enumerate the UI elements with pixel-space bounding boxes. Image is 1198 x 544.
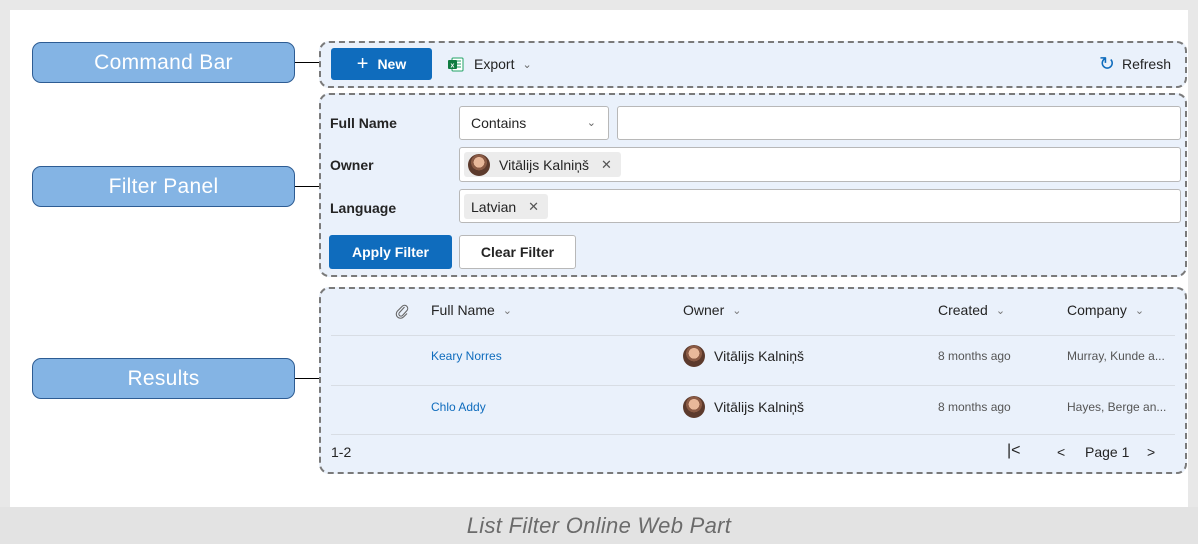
refresh-button[interactable]: ↻ Refresh [1099, 48, 1171, 80]
excel-icon: x [448, 57, 464, 71]
language-tag: Latvian ✕ [464, 194, 549, 219]
column-header-label: Full Name [431, 302, 495, 318]
owner-tag: Vitālijs Kalniņš ✕ [464, 152, 621, 177]
export-button[interactable]: x Export ⌄ [447, 48, 532, 80]
new-button-label: New [377, 56, 407, 72]
owner-picker[interactable]: Vitālijs Kalniņš ✕ [459, 147, 1181, 182]
svg-text:x: x [451, 62, 455, 69]
column-header-owner[interactable]: Owner ⌄ [683, 302, 741, 318]
next-page-icon[interactable]: > [1147, 444, 1155, 460]
full-name-operator-select[interactable]: Contains ⌄ [459, 106, 609, 140]
table-row-full-name-link[interactable]: Keary Norres [431, 349, 502, 363]
chevron-down-icon: ⌄ [732, 304, 742, 317]
row-divider [331, 385, 1175, 386]
column-header-label: Created [938, 302, 988, 318]
table-row-owner: Vitālijs Kalniņš [683, 345, 804, 367]
callout-command-bar: Command Bar [32, 42, 295, 83]
language-tag-label: Latvian [471, 198, 517, 215]
table-row-created: 8 months ago [938, 400, 1011, 414]
chevron-down-icon: ⌄ [502, 304, 513, 317]
apply-filter-button[interactable]: Apply Filter [329, 235, 452, 269]
table-row-full-name-link[interactable]: Chlo Addy [431, 400, 486, 414]
row-divider [331, 434, 1175, 435]
column-header-company[interactable]: Company ⌄ [1067, 302, 1144, 318]
column-header-label: Owner [683, 302, 725, 318]
chevron-down-icon: ⌄ [522, 58, 532, 71]
table-row-owner: Vitālijs Kalniņš [683, 396, 804, 418]
language-picker[interactable]: Latvian ✕ [459, 189, 1181, 223]
close-icon[interactable]: ✕ [601, 157, 612, 173]
plus-icon: + [356, 53, 369, 75]
full-name-filter-label: Full Name [330, 115, 397, 131]
table-row-company: Murray, Kunde a... [1067, 349, 1165, 363]
prev-page-icon[interactable]: < [1057, 444, 1065, 460]
chevron-down-icon: ⌄ [586, 117, 596, 129]
new-button[interactable]: + New [331, 48, 432, 80]
command-bar: + New x Export ⌄ ↻ Refresh [319, 41, 1187, 88]
column-header-label: Company [1067, 302, 1127, 318]
operator-value: Contains [471, 115, 527, 131]
chevron-down-icon: ⌄ [995, 304, 1006, 317]
callout-results: Results [32, 358, 295, 399]
language-filter-label: Language [330, 200, 397, 216]
results-grid: Full Name ⌄ Owner ⌄ Created ⌄ Company ⌄ … [319, 287, 1187, 474]
clear-filter-button[interactable]: Clear Filter [459, 235, 576, 269]
avatar [683, 396, 705, 418]
owner-name: Vitālijs Kalniņš [714, 348, 805, 364]
refresh-button-label: Refresh [1121, 56, 1171, 72]
column-header-created[interactable]: Created ⌄ [938, 302, 1005, 318]
connector-results [295, 378, 319, 379]
result-range: 1-2 [331, 444, 352, 460]
connector-filter-panel [295, 186, 319, 187]
caption: List Filter Online Web Part [0, 507, 1198, 544]
export-button-label: Export [474, 56, 515, 72]
avatar [468, 153, 490, 176]
callout-filter-panel: Filter Panel [32, 166, 295, 207]
owner-filter-label: Owner [330, 157, 374, 173]
full-name-input[interactable] [617, 106, 1181, 140]
table-row-created: 8 months ago [938, 349, 1011, 363]
chevron-down-icon: ⌄ [1134, 304, 1145, 317]
refresh-icon: ↻ [1099, 53, 1115, 75]
row-divider [331, 335, 1175, 336]
first-page-icon[interactable]: |< [1007, 442, 1021, 460]
column-header-full-name[interactable]: Full Name ⌄ [431, 302, 512, 318]
avatar [683, 345, 705, 367]
paperclip-icon [395, 304, 409, 319]
owner-tag-label: Vitālijs Kalniņš [499, 156, 590, 173]
close-icon[interactable]: ✕ [528, 199, 539, 215]
connector-command-bar [295, 62, 319, 63]
table-row-company: Hayes, Berge an... [1067, 400, 1167, 414]
page-indicator: Page 1 [1085, 444, 1130, 460]
owner-name: Vitālijs Kalniņš [714, 399, 805, 415]
filter-panel: Full Name Contains ⌄ Owner Vitālijs Kaln… [319, 93, 1187, 277]
